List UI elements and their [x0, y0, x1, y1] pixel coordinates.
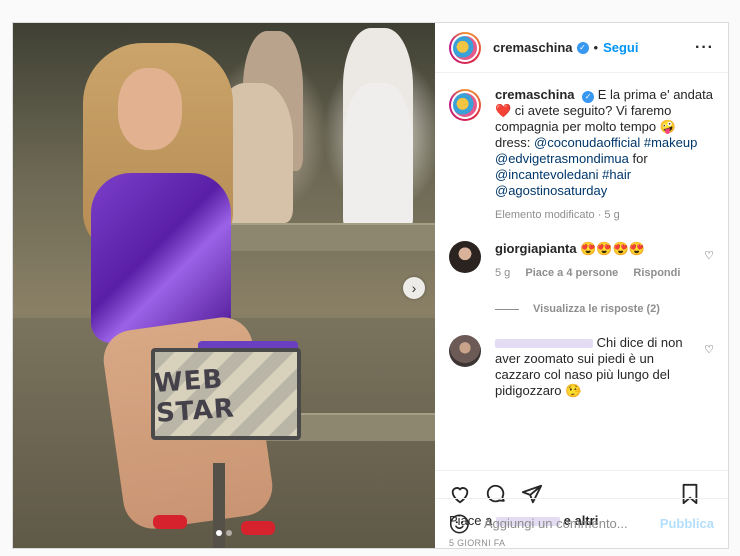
caption-body: cremaschina ✓ E la prima e' andata ❤️ ci… [495, 87, 714, 223]
caption-hashtag[interactable]: #hair [602, 167, 631, 182]
post-image[interactable]: WEB STAR › [13, 23, 435, 548]
view-replies-label: Visualizza le risposte (2) [533, 303, 660, 315]
emoji-icon[interactable] [449, 513, 470, 535]
redacted-username [495, 339, 593, 349]
follow-button[interactable]: Segui [603, 40, 638, 55]
replies-line [495, 308, 519, 310]
reply-button[interactable]: Rispondi [633, 267, 680, 279]
carousel-dots [13, 530, 435, 536]
comment-item: Chi dice di non aver zoomato sui piedi è… [449, 335, 714, 399]
comment-item: giorgiapianta 😍😍😍😍 5 g Piace a 4 persone… [449, 241, 714, 281]
commenter-avatar[interactable] [449, 335, 481, 367]
comment-body: giorgiapianta 😍😍😍😍 5 g Piace a 4 persone… [495, 241, 698, 281]
stage-step [223, 223, 435, 251]
caption-username[interactable]: cremaschina [495, 87, 575, 102]
comment-age: 5 g [495, 267, 511, 279]
comment-text: 😍😍😍😍 [580, 241, 645, 256]
add-comment-bar: Pubblica [435, 498, 728, 548]
red-shoe [153, 515, 187, 529]
account-username[interactable]: cremaschina [493, 40, 573, 55]
publish-button[interactable]: Pubblica [660, 516, 714, 531]
verified-badge-icon: ✓ [576, 41, 589, 54]
comment-meta: 5 g Piace a 4 persone Rispondi [495, 265, 698, 281]
instagram-post: WEB STAR › cremaschina ✓ • Segui ··· cre… [12, 22, 729, 549]
audience-person [343, 83, 413, 233]
post-header: cremaschina ✓ • Segui ··· [435, 23, 728, 73]
comment-body: Chi dice di non aver zoomato sui piedi è… [495, 335, 698, 399]
view-replies-button[interactable]: Visualizza le risposte (2) [495, 303, 714, 315]
next-arrow-icon[interactable]: › [403, 277, 425, 299]
account-avatar[interactable] [449, 31, 481, 64]
woman-face [118, 68, 182, 150]
comment-likes[interactable]: Piace a 4 persone [525, 267, 618, 279]
caption-edited: Elemento modificato · 5 g [495, 209, 620, 221]
web-star-sign: WEB STAR [151, 348, 301, 440]
more-options-icon[interactable]: ··· [695, 39, 714, 57]
caption: cremaschina ✓ E la prima e' andata ❤️ ci… [449, 87, 714, 223]
commenter-avatar[interactable] [449, 241, 481, 273]
comments-list: cremaschina ✓ E la prima e' andata ❤️ ci… [435, 73, 728, 470]
separator-dot: • [593, 40, 599, 55]
caption-text: for [632, 151, 648, 166]
comment-input[interactable] [483, 516, 660, 531]
commenter-username[interactable]: giorgiapianta [495, 241, 577, 256]
caption-tag[interactable]: @coconudaofficial [534, 135, 640, 150]
caption-tag[interactable]: @agostinosaturday [495, 183, 607, 198]
comment-like-heart-icon[interactable]: ♡ [704, 249, 714, 281]
purple-dress [91, 173, 231, 343]
account-avatar[interactable] [449, 89, 481, 121]
caption-hashtag[interactable]: #makeup [644, 135, 697, 150]
caption-tag[interactable]: @edvigetrasmondimua [495, 151, 629, 166]
carousel-dot-active [216, 530, 222, 536]
verified-badge-icon: ✓ [582, 91, 595, 103]
sign-text: WEB STAR [153, 364, 236, 429]
caption-tag[interactable]: @incantevoledani [495, 167, 599, 182]
comment-like-heart-icon[interactable]: ♡ [704, 343, 714, 399]
post-sidebar: cremaschina ✓ • Segui ··· cremaschina ✓ … [435, 23, 728, 548]
carousel-dot [226, 530, 232, 536]
